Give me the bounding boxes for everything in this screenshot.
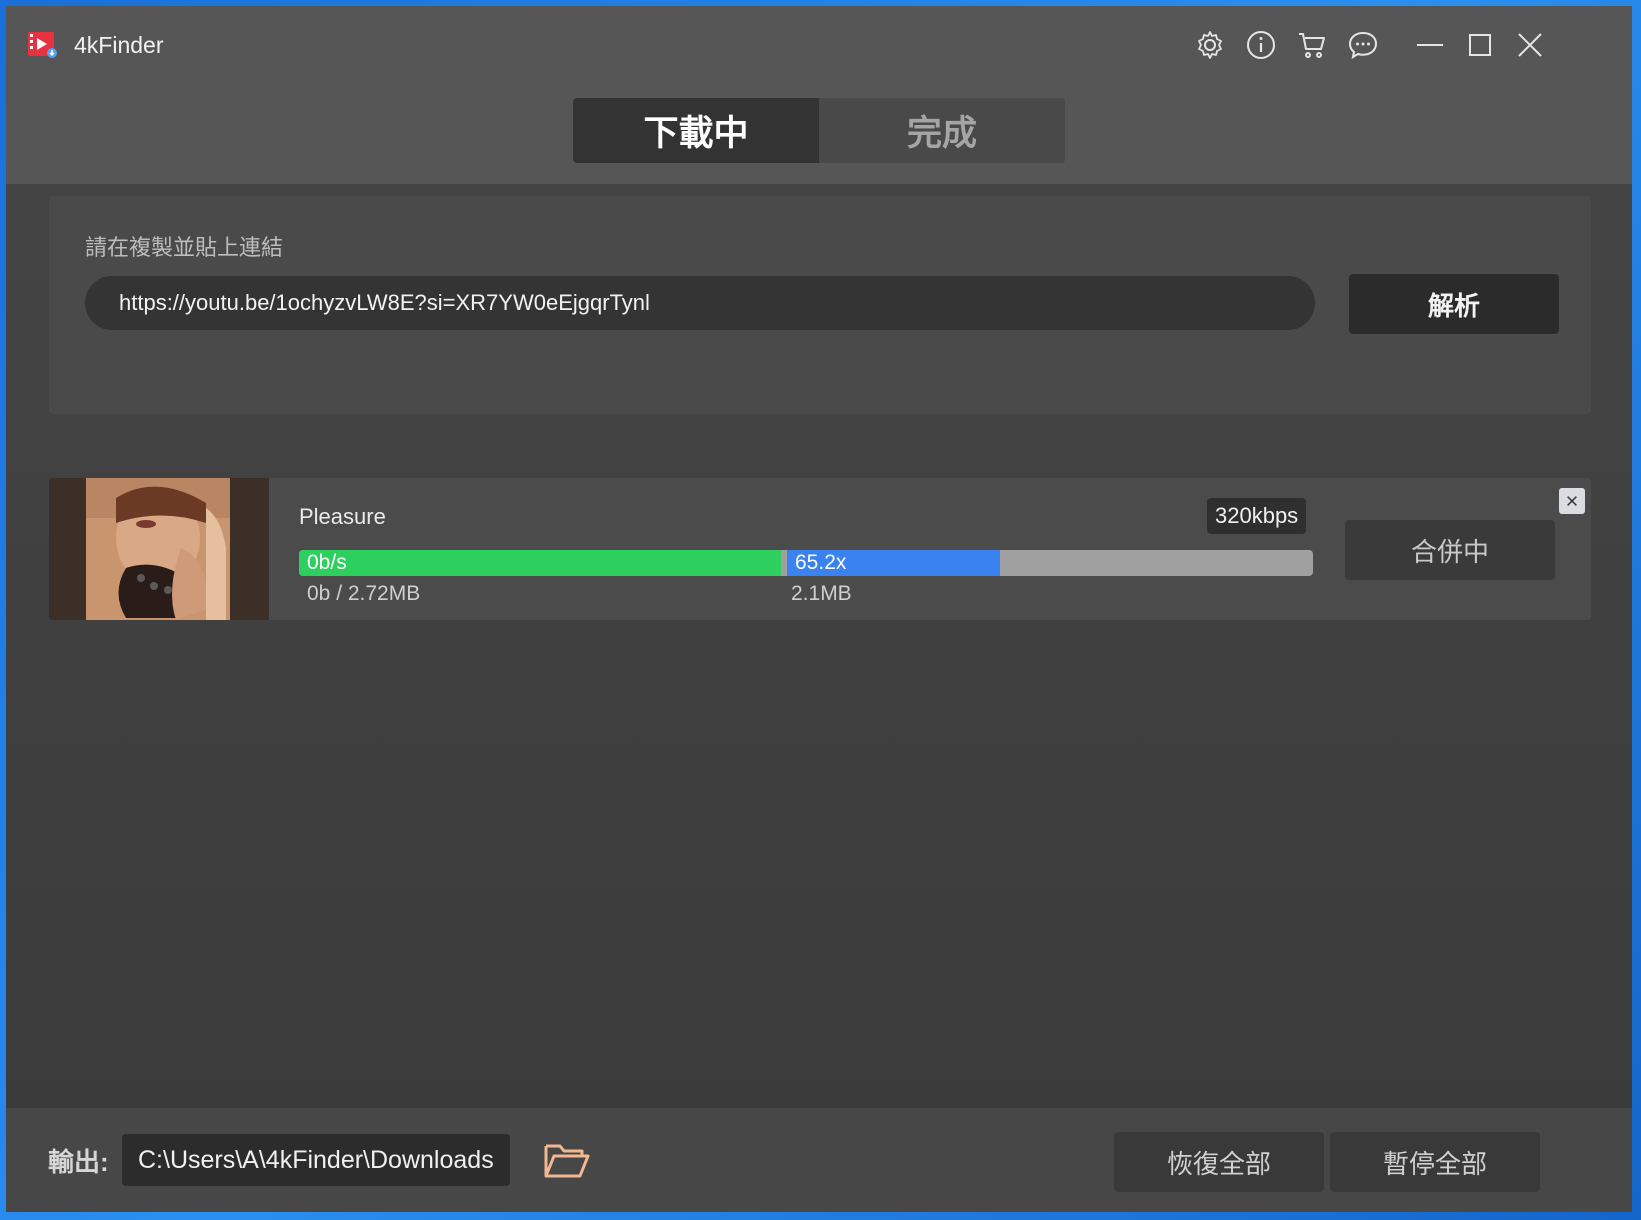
output-label: 輸出: xyxy=(48,1147,109,1177)
url-panel: 請在複製並貼上連結 解析 xyxy=(49,196,1591,414)
open-folder-icon[interactable] xyxy=(542,1136,590,1184)
resume-all-button[interactable]: 恢復全部 xyxy=(1114,1132,1324,1192)
settings-icon[interactable] xyxy=(1191,26,1229,64)
merging-status-button[interactable]: 合併中 xyxy=(1345,520,1555,580)
album-cover-image xyxy=(86,478,230,620)
quality-badge: 320kbps xyxy=(1207,498,1307,534)
progress-segment-speed: 0b/s xyxy=(299,550,781,576)
progress-segment-ratio: 65.2x xyxy=(787,550,1000,576)
titlebar: 4kFinder 下載中 完成 xyxy=(6,6,1632,184)
progress-bar: 0b/s 65.2x xyxy=(299,550,1313,576)
feedback-icon[interactable] xyxy=(1344,26,1382,64)
download-item: Pleasure 320kbps 0b/s 65.2x 0b / 2.72MB … xyxy=(49,478,1591,620)
cart-icon[interactable] xyxy=(1293,26,1331,64)
info-icon[interactable] xyxy=(1242,26,1280,64)
video-download-logo-icon xyxy=(26,28,58,60)
app-title: 4kFinder xyxy=(74,32,164,58)
url-label: 請在複製並貼上連結 xyxy=(85,235,284,260)
url-input[interactable] xyxy=(85,276,1315,330)
footer-bar: 輸出: C:\Users\A\4kFinder\Downloads 恢復全部 暫… xyxy=(6,1108,1632,1212)
output-path[interactable]: C:\Users\A\4kFinder\Downloads xyxy=(122,1134,510,1186)
size-second: 2.1MB xyxy=(791,582,852,605)
track-title: Pleasure xyxy=(299,504,386,529)
size-progress: 0b / 2.72MB xyxy=(307,582,421,605)
thumbnail-frame xyxy=(49,478,269,620)
tab-downloading[interactable]: 下載中 xyxy=(573,98,819,163)
parse-button[interactable]: 解析 xyxy=(1349,274,1559,334)
pause-all-button[interactable]: 暫停全部 xyxy=(1330,1132,1540,1192)
minimize-icon[interactable] xyxy=(1411,26,1449,64)
maximize-icon[interactable] xyxy=(1461,26,1499,64)
tab-bar: 下載中 完成 xyxy=(573,98,1065,163)
close-icon[interactable] xyxy=(1511,26,1549,64)
remove-item-icon[interactable] xyxy=(1559,488,1585,514)
tab-completed[interactable]: 完成 xyxy=(819,98,1065,163)
app-window: 4kFinder 下載中 完成 請在複製並貼上連結 解析 xyxy=(6,6,1632,1212)
